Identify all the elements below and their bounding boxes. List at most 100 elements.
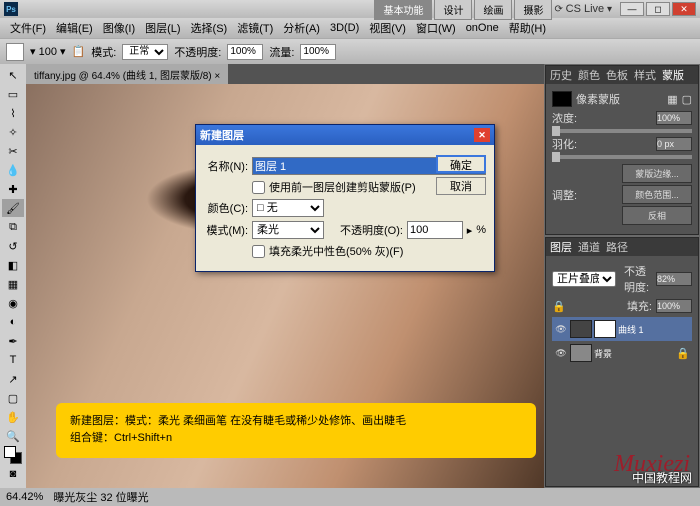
workspace-tab[interactable]: 基本功能 <box>374 0 432 20</box>
layer-opacity-input[interactable] <box>656 272 692 286</box>
status-bar: 64.42% 曝光灰尘 32 位曝光 <box>0 488 700 506</box>
menu-onone[interactable]: onOne <box>462 20 503 36</box>
density-slider[interactable] <box>552 129 692 133</box>
tab-channels[interactable]: 通道 <box>578 239 600 255</box>
layer-row[interactable]: 👁 背景 🔒 <box>552 341 692 365</box>
layer-thumb-icon[interactable] <box>570 344 592 362</box>
eraser-tool[interactable]: ◧ <box>2 256 24 274</box>
menu-select[interactable]: 选择(S) <box>187 18 232 38</box>
color-range-button[interactable]: 颜色范围... <box>622 185 692 204</box>
layer-fill-input[interactable] <box>656 299 692 313</box>
clip-checkbox[interactable] <box>252 181 265 194</box>
pixel-mask-icon[interactable]: ▦ <box>667 93 677 106</box>
menu-view[interactable]: 视图(V) <box>365 18 410 38</box>
vector-mask-icon[interactable]: ▢ <box>682 93 692 106</box>
eyedropper-tool[interactable]: 💧 <box>2 161 24 179</box>
layer-row[interactable]: 👁 曲线 1 <box>552 317 692 341</box>
color-select[interactable]: □ 无 <box>252 199 324 217</box>
shape-tool[interactable]: ▢ <box>2 389 24 407</box>
feather-label: 羽化: <box>552 136 577 152</box>
path-tool[interactable]: ↗ <box>2 370 24 388</box>
stamp-tool[interactable]: ⧉ <box>2 218 24 236</box>
cn-watermark: 中国教程网 <box>632 469 692 486</box>
layer-opacity-label: 不透明度: <box>624 263 652 295</box>
options-bar: ▾ 100 ▾ 📋 模式: 正常 不透明度: 流量: <box>0 38 700 64</box>
opt-opacity-input[interactable] <box>227 44 263 60</box>
move-tool[interactable]: ↖ <box>2 66 24 84</box>
note-line1: 新建图层：模式：柔光 柔细画笔 在没有睫毛或稀少处修饰、画出睫毛 <box>70 413 522 431</box>
gradient-tool[interactable]: ▦ <box>2 275 24 293</box>
layer-thumb-icon[interactable] <box>570 320 592 338</box>
opt-flow-input[interactable] <box>300 44 336 60</box>
cancel-button[interactable]: 取消 <box>436 177 486 195</box>
dialog-titlebar[interactable]: 新建图层 ✕ <box>196 125 494 145</box>
density-label: 浓度: <box>552 110 577 126</box>
workspace-tab[interactable]: 摄影 <box>514 0 552 20</box>
crop-tool[interactable]: ✂ <box>2 142 24 160</box>
visibility-icon[interactable]: 👁 <box>554 346 568 360</box>
dodge-tool[interactable]: ◐ <box>2 313 24 331</box>
opacity-input[interactable] <box>407 221 463 239</box>
mask-edge-button[interactable]: 蒙版边缘... <box>622 164 692 183</box>
history-brush-tool[interactable]: ↺ <box>2 237 24 255</box>
new-layer-dialog: 新建图层 ✕ 名称(N): 使用前一图层创建剪贴蒙版(P) 颜色(C): □ 无… <box>195 124 495 272</box>
tab-paths[interactable]: 路径 <box>606 239 628 255</box>
minimize-button[interactable]: — <box>620 2 644 16</box>
heal-tool[interactable]: ✚ <box>2 180 24 198</box>
menu-image[interactable]: 图像(I) <box>99 18 139 38</box>
layer-mask-thumb[interactable] <box>594 320 616 338</box>
mode-select[interactable]: 柔光 <box>252 221 324 239</box>
tab-layers[interactable]: 图层 <box>550 239 572 255</box>
maximize-button[interactable]: ◻ <box>646 2 670 16</box>
layers-panel: 图层通道路径 正片叠底不透明度: 🔒填充: 👁 曲线 1 👁 背景 🔒 <box>545 237 699 487</box>
menu-filter[interactable]: 滤镜(T) <box>233 18 277 38</box>
dialog-close-button[interactable]: ✕ <box>474 128 490 142</box>
status-info: 曝光灰尘 32 位曝光 <box>53 489 148 505</box>
close-button[interactable]: ✕ <box>672 2 696 16</box>
menu-3d[interactable]: 3D(D) <box>326 20 363 36</box>
workspace-tab[interactable]: 绘画 <box>474 0 512 20</box>
wand-tool[interactable]: ✧ <box>2 123 24 141</box>
feather-input[interactable] <box>656 137 692 151</box>
fill-neutral-label: 填充柔光中性色(50% 灰)(F) <box>269 243 403 259</box>
pen-tool[interactable]: ✒ <box>2 332 24 350</box>
clip-label: 使用前一图层创建剪贴蒙版(P) <box>269 179 416 195</box>
brush-tool[interactable]: 🖌 <box>2 199 24 217</box>
workspace-tab[interactable]: 设计 <box>434 0 472 20</box>
invert-button[interactable]: 反相 <box>622 206 692 225</box>
menu-help[interactable]: 帮助(H) <box>505 18 550 38</box>
menu-file[interactable]: 文件(F) <box>6 18 50 38</box>
document-tab[interactable]: tiffany.jpg @ 64.4% (曲线 1, 图层蒙版/8) × <box>26 64 228 84</box>
visibility-icon[interactable]: 👁 <box>554 322 568 336</box>
zoom-tool[interactable]: 🔍 <box>2 427 24 445</box>
tab-mask[interactable]: 蒙版 <box>662 67 684 83</box>
layer-fill-label: 填充: <box>627 298 652 314</box>
marquee-tool[interactable]: ▭ <box>2 85 24 103</box>
zoom-level[interactable]: 64.42% <box>6 491 43 503</box>
density-input[interactable] <box>656 111 692 125</box>
fill-neutral-checkbox[interactable] <box>252 245 265 258</box>
window-titlebar: Ps 基本功能 设计 绘画 摄影 ⟳ CS Live ▾ — ◻ ✕ <box>0 0 700 18</box>
opt-mode-select[interactable]: 正常 <box>122 44 168 60</box>
color-swatch[interactable] <box>2 446 24 464</box>
mask-panel: 历史颜色色板样式蒙版 像素蒙版▦▢ 浓度: 羽化: 调整:蒙版边缘...颜色范围… <box>545 65 699 235</box>
blend-mode-select[interactable]: 正片叠底 <box>552 271 616 287</box>
menu-edit[interactable]: 编辑(E) <box>52 18 97 38</box>
menu-layer[interactable]: 图层(L) <box>141 18 184 38</box>
cs-live-button[interactable]: ⟳ CS Live ▾ <box>554 3 612 15</box>
ok-button[interactable]: 确定 <box>436 155 486 173</box>
lasso-tool[interactable]: ⌇ <box>2 104 24 122</box>
type-tool[interactable]: T <box>2 351 24 369</box>
hand-tool[interactable]: ✋ <box>2 408 24 426</box>
menu-analysis[interactable]: 分析(A) <box>279 18 324 38</box>
menu-bar: 文件(F) 编辑(E) 图像(I) 图层(L) 选择(S) 滤镜(T) 分析(A… <box>0 18 700 38</box>
blur-tool[interactable]: ◉ <box>2 294 24 312</box>
menu-window[interactable]: 窗口(W) <box>412 18 460 38</box>
layer-name: 背景 <box>594 347 612 360</box>
quickmask-toggle[interactable]: ◙ <box>2 465 24 483</box>
right-panels: 历史颜色色板样式蒙版 像素蒙版▦▢ 浓度: 羽化: 调整:蒙版边缘...颜色范围… <box>544 64 700 488</box>
feather-slider[interactable] <box>552 155 692 159</box>
brush-preview[interactable] <box>6 43 24 61</box>
tools-palette: ↖ ▭ ⌇ ✧ ✂ 💧 ✚ 🖌 ⧉ ↺ ◧ ▦ ◉ ◐ ✒ T ↗ ▢ ✋ 🔍 … <box>0 64 26 488</box>
annotation-note: 新建图层：模式：柔光 柔细画笔 在没有睫毛或稀少处修饰、画出睫毛 组合键：Ctr… <box>56 403 536 458</box>
